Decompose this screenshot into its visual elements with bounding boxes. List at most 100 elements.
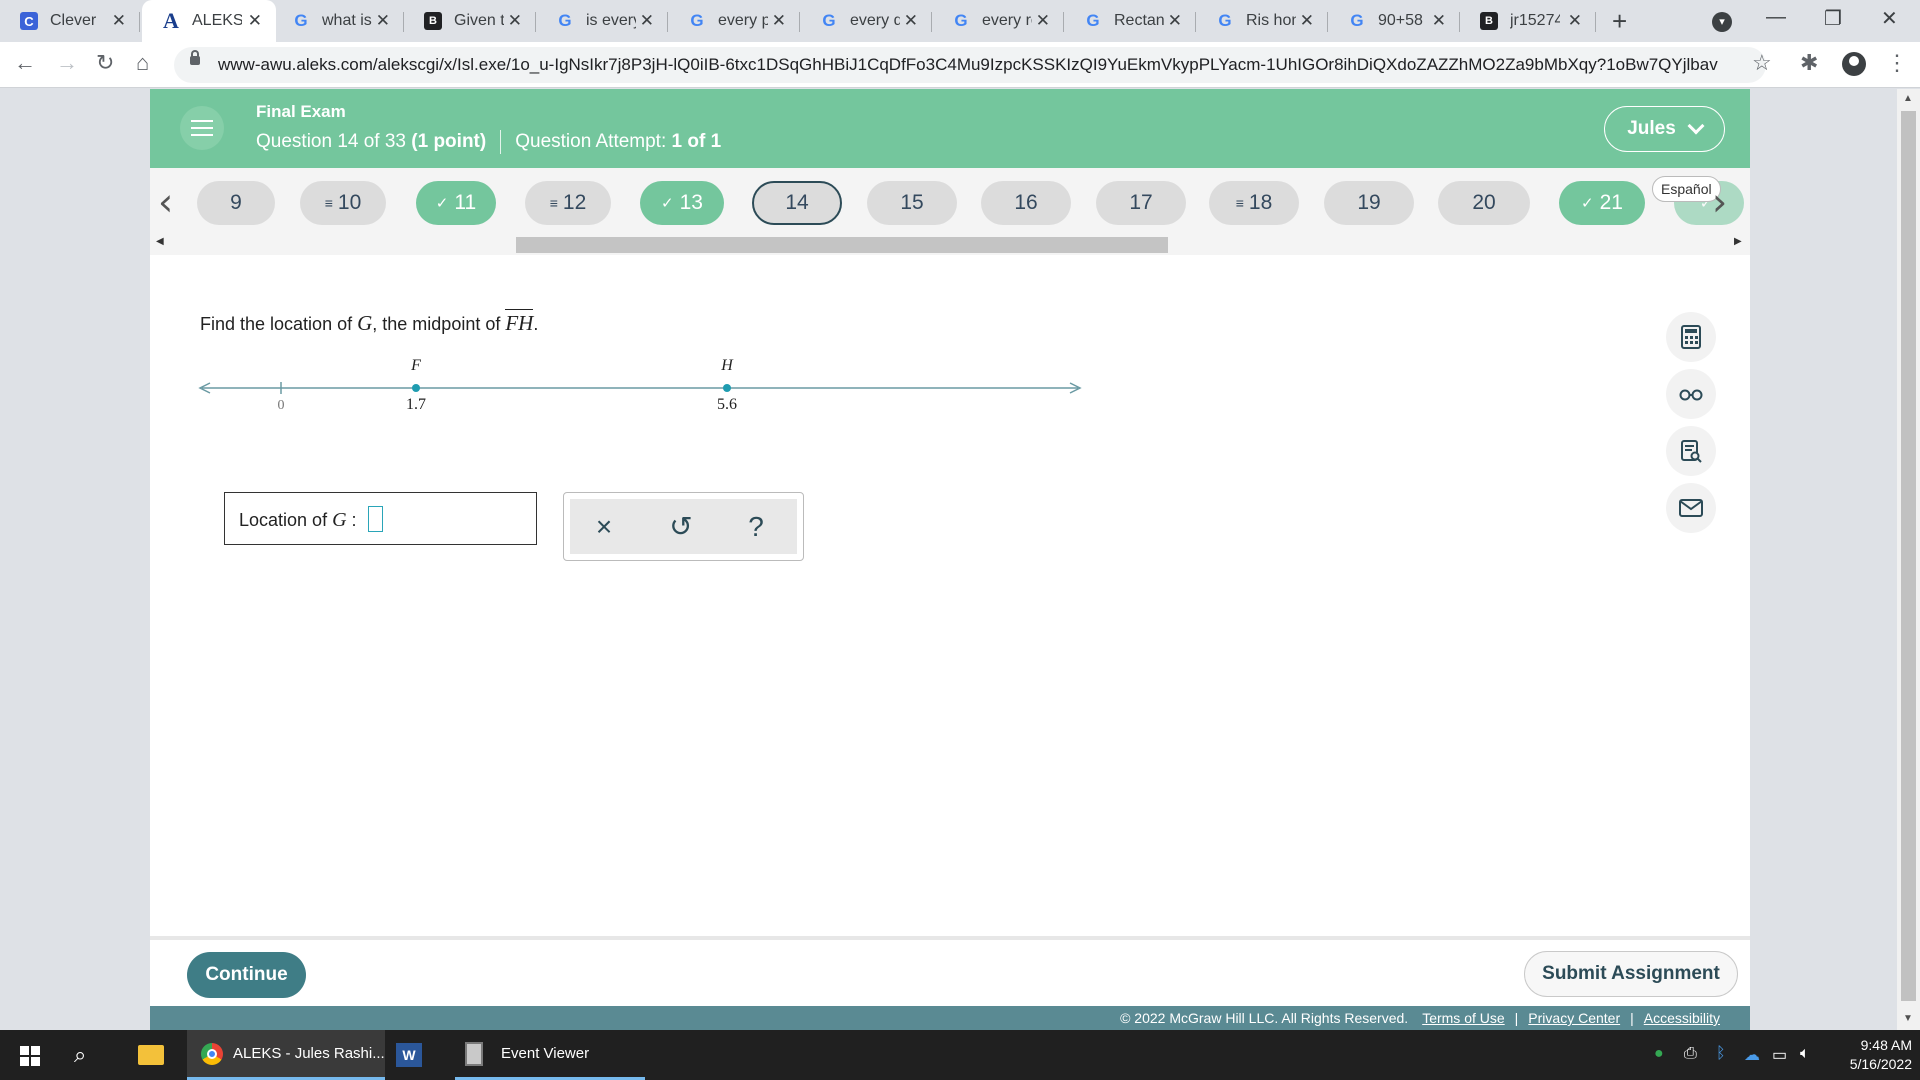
continue-button[interactable]: Continue bbox=[187, 952, 306, 998]
question-pill-21[interactable]: ✓ 21 bbox=[1559, 181, 1645, 225]
question-nav-scrollbar[interactable]: ◀ ▶ bbox=[150, 231, 1750, 255]
answer-tools-panel: × ↺ ? bbox=[563, 492, 804, 561]
question-pill-17[interactable]: 17 bbox=[1096, 181, 1186, 225]
extensions-icon[interactable]: ✱ bbox=[1800, 50, 1818, 76]
browser-tab[interactable]: C Clever | ✕ bbox=[0, 0, 140, 42]
browser-tab[interactable]: G Ris hom ✕ bbox=[1196, 0, 1328, 42]
reload-icon[interactable]: ↻ bbox=[96, 50, 114, 76]
url-text[interactable]: www-awu.aleks.com/alekscgi/x/Isl.exe/1o_… bbox=[218, 55, 1718, 75]
restore-icon[interactable]: ❐ bbox=[1824, 6, 1842, 31]
search-icon[interactable]: ⌕ bbox=[74, 1030, 86, 1080]
espanol-button[interactable]: Español bbox=[1652, 176, 1721, 202]
volume-tray-icon[interactable]: 🔈︎ bbox=[1800, 1045, 1810, 1063]
browser-tab[interactable]: G is every ✕ bbox=[536, 0, 668, 42]
terms-link[interactable]: Terms of Use bbox=[1422, 1010, 1504, 1026]
question-pill-11[interactable]: ✓ 11 bbox=[416, 181, 496, 225]
partial-icon: ≡ bbox=[324, 195, 333, 211]
bookmark-star-icon[interactable]: ☆ bbox=[1752, 50, 1772, 76]
taskbar-chrome-item[interactable]: ALEKS - Jules Rashi... bbox=[187, 1030, 385, 1080]
point-f-value: 1.7 bbox=[406, 396, 426, 413]
glasses-icon[interactable] bbox=[1666, 369, 1716, 419]
question-pill-14-current[interactable]: 14 bbox=[752, 181, 842, 225]
submit-assignment-button[interactable]: Submit Assignment bbox=[1524, 951, 1738, 997]
windows-start-icon[interactable] bbox=[20, 1046, 40, 1066]
browser-tab-active[interactable]: A ALEKS - ✕ bbox=[142, 0, 276, 42]
close-tab-icon[interactable]: ✕ bbox=[248, 11, 262, 31]
menu-icon[interactable] bbox=[180, 106, 224, 150]
user-menu-button[interactable]: Jules bbox=[1604, 106, 1725, 152]
close-tab-icon[interactable]: ✕ bbox=[112, 11, 126, 31]
close-tab-icon[interactable]: ✕ bbox=[640, 11, 654, 31]
next-questions-icon[interactable]: › bbox=[1712, 180, 1727, 224]
printer-tray-icon[interactable]: ⎙ bbox=[1684, 1045, 1697, 1063]
divider bbox=[500, 130, 502, 154]
page-scrollbar[interactable]: ▲ ▼ bbox=[1897, 89, 1920, 1030]
notes-search-icon[interactable] bbox=[1666, 426, 1716, 476]
clear-button[interactable]: × bbox=[584, 510, 624, 544]
answer-box: Location of G : bbox=[224, 492, 537, 545]
browser-menu-icon[interactable]: ⋮ bbox=[1886, 50, 1908, 76]
browser-tab[interactable]: G what is ✕ bbox=[272, 0, 404, 42]
minimize-icon[interactable]: — bbox=[1766, 6, 1786, 29]
partial-icon: ≡ bbox=[1235, 195, 1244, 211]
google-favicon-icon: G bbox=[954, 11, 968, 30]
scroll-right-icon[interactable]: ▶ bbox=[1734, 236, 1742, 247]
scroll-up-icon[interactable]: ▲ bbox=[1903, 93, 1913, 104]
close-tab-icon[interactable]: ✕ bbox=[376, 11, 390, 31]
close-window-icon[interactable]: ✕ bbox=[1881, 6, 1898, 31]
forward-icon[interactable]: → bbox=[56, 50, 78, 76]
question-pill-15[interactable]: 15 bbox=[867, 181, 957, 225]
privacy-link[interactable]: Privacy Center bbox=[1528, 1010, 1620, 1026]
browser-tab[interactable]: G Rectang ✕ bbox=[1064, 0, 1196, 42]
close-tab-icon[interactable]: ✕ bbox=[1432, 11, 1446, 31]
address-bar[interactable]: www-awu.aleks.com/alekscgi/x/Isl.exe/1o_… bbox=[174, 47, 1766, 83]
file-explorer-icon[interactable] bbox=[138, 1030, 164, 1080]
profile-avatar-icon[interactable] bbox=[1842, 52, 1866, 76]
taskbar-event-viewer-item[interactable]: Event Viewer bbox=[455, 1030, 645, 1080]
browser-tab[interactable]: G every pa ✕ bbox=[668, 0, 800, 42]
browser-tab[interactable]: G 90+58 - ✕ bbox=[1328, 0, 1460, 42]
battery-tray-icon[interactable]: ▭ bbox=[1772, 1045, 1787, 1065]
close-tab-icon[interactable]: ✕ bbox=[1300, 11, 1314, 31]
legal-footer: © 2022 McGraw Hill LLC. All Rights Reser… bbox=[150, 1006, 1750, 1030]
scroll-left-icon[interactable]: ◀ bbox=[156, 236, 164, 247]
tab-search-icon[interactable]: ▾ bbox=[1712, 12, 1732, 32]
close-tab-icon[interactable]: ✕ bbox=[1568, 11, 1582, 31]
new-tab-icon[interactable]: + bbox=[1612, 6, 1627, 37]
question-pill-9[interactable]: 9 bbox=[197, 181, 275, 225]
sync-tray-icon[interactable]: ☁ bbox=[1744, 1045, 1760, 1065]
bluetooth-tray-icon[interactable]: ᛒ bbox=[1716, 1045, 1726, 1063]
browser-tab[interactable]: B jr15274 ✕ bbox=[1460, 0, 1596, 42]
close-tab-icon[interactable]: ✕ bbox=[1168, 11, 1182, 31]
question-pill-16[interactable]: 16 bbox=[981, 181, 1071, 225]
calculator-icon[interactable] bbox=[1666, 312, 1716, 362]
question-pill-13[interactable]: ✓ 13 bbox=[640, 181, 724, 225]
page-scrollbar-thumb[interactable] bbox=[1901, 111, 1916, 1001]
question-pill-20[interactable]: 20 bbox=[1438, 181, 1530, 225]
question-pill-10[interactable]: ≡ 10 bbox=[300, 181, 386, 225]
close-tab-icon[interactable]: ✕ bbox=[904, 11, 918, 31]
answer-label: Location of G : bbox=[239, 509, 357, 531]
scrollbar-thumb[interactable] bbox=[516, 237, 1168, 253]
question-pill-18[interactable]: ≡ 18 bbox=[1209, 181, 1299, 225]
browser-tab[interactable]: B Given th ✕ bbox=[404, 0, 536, 42]
home-icon[interactable]: ⌂ bbox=[136, 50, 149, 76]
word-icon[interactable]: W bbox=[396, 1030, 436, 1080]
close-tab-icon[interactable]: ✕ bbox=[1036, 11, 1050, 31]
accessibility-link[interactable]: Accessibility bbox=[1644, 1010, 1720, 1026]
prev-questions-icon[interactable]: ‹ bbox=[158, 180, 173, 224]
question-pill-19[interactable]: 19 bbox=[1324, 181, 1414, 225]
browser-tab[interactable]: G every qu ✕ bbox=[800, 0, 932, 42]
answer-input[interactable] bbox=[368, 506, 383, 532]
mail-icon[interactable] bbox=[1666, 483, 1716, 533]
chrome-tray-icon[interactable]: ● bbox=[1654, 1045, 1664, 1063]
close-tab-icon[interactable]: ✕ bbox=[772, 11, 786, 31]
undo-button[interactable]: ↺ bbox=[661, 510, 701, 544]
back-icon[interactable]: ← bbox=[14, 50, 36, 76]
close-tab-icon[interactable]: ✕ bbox=[508, 11, 522, 31]
scroll-down-icon[interactable]: ▼ bbox=[1903, 1013, 1913, 1024]
question-pill-12[interactable]: ≡ 12 bbox=[525, 181, 611, 225]
help-button[interactable]: ? bbox=[736, 510, 776, 544]
browser-tab[interactable]: G every re ✕ bbox=[932, 0, 1064, 42]
system-clock[interactable]: 9:48 AM 5/16/2022 bbox=[1820, 1036, 1912, 1074]
